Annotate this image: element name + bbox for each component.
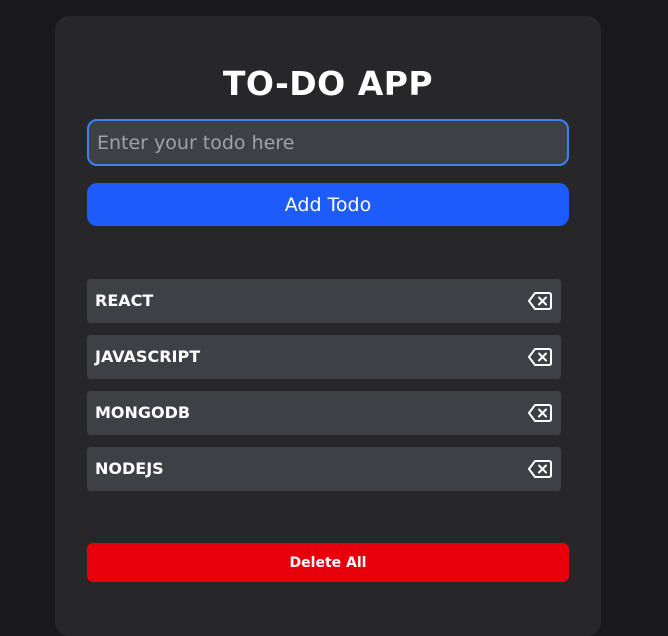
todo-item: JAVASCRIPT (87, 335, 561, 379)
todo-input[interactable] (87, 119, 569, 166)
app-title: TO-DO APP (222, 64, 434, 103)
backspace-delete-icon[interactable] (528, 348, 552, 366)
todo-item-text: NODEJS (95, 459, 164, 478)
todo-item: MONGODB (87, 391, 561, 435)
todo-card: TO-DO APP Add Todo REACT JAVASCRIPT MONG… (55, 16, 601, 636)
backspace-delete-icon[interactable] (528, 460, 552, 478)
todo-item: NODEJS (87, 447, 561, 491)
todo-item-text: JAVASCRIPT (95, 347, 201, 366)
backspace-delete-icon[interactable] (528, 292, 552, 310)
delete-all-button[interactable]: Delete All (87, 543, 569, 582)
add-todo-button[interactable]: Add Todo (87, 183, 569, 226)
todo-item-text: MONGODB (95, 403, 191, 422)
todo-item-text: REACT (95, 291, 154, 310)
todo-item: REACT (87, 279, 561, 323)
todo-list: REACT JAVASCRIPT MONGODB NODEJS (87, 279, 561, 503)
backspace-delete-icon[interactable] (528, 404, 552, 422)
